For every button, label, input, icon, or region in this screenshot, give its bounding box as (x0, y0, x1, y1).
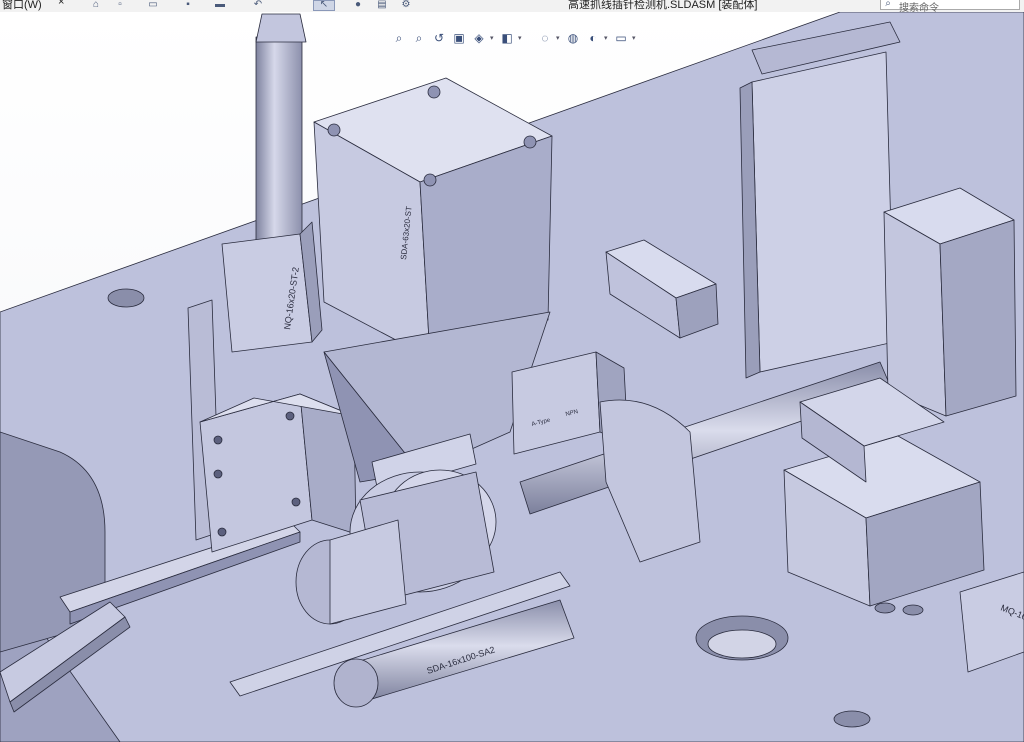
display-style-icon[interactable]: ◧ (498, 30, 516, 46)
view-orientation-icon[interactable]: ◈ (470, 30, 488, 46)
left-block-hole (217, 527, 227, 537)
motor-right-front (883, 211, 947, 417)
file-properties-icon[interactable]: ▤ (376, 0, 388, 10)
cylinder-bottom-end (333, 658, 379, 708)
display-style-dropdown-icon[interactable]: ▾ (518, 34, 524, 42)
document-title: 高速抓线插针检测机.SLDASM [装配体] (568, 0, 758, 11)
vertical-pipe (255, 36, 303, 243)
undo-icon[interactable]: ↶ (252, 0, 264, 10)
big-cylinder-bolt (423, 173, 437, 187)
zoom-to-fit-icon[interactable]: ⌕ (390, 30, 408, 46)
graphics-area[interactable]: NQ-16x20-ST-2 SDA-63x20-ST SDA-16x100-SA… (0, 12, 1024, 742)
left-block-hole (285, 411, 295, 421)
search-icon: ⌕ (885, 0, 891, 9)
pipe-cap (255, 13, 307, 43)
base-hole (902, 604, 924, 616)
left-block-hole (291, 497, 301, 507)
base-hole (107, 288, 145, 308)
save-icon[interactable]: ▪ (182, 0, 194, 10)
window-menu[interactable]: 窗口(W) (2, 0, 42, 12)
section-view-icon[interactable]: ▣ (450, 30, 468, 46)
zoom-to-area-icon[interactable]: ⌕ (410, 30, 428, 46)
base-hole (707, 629, 777, 659)
view-settings-dropdown-icon[interactable]: ▾ (632, 34, 638, 42)
left-block-hole (213, 469, 223, 479)
rebuild-icon[interactable]: ● (352, 0, 364, 10)
motor-right-side (939, 219, 1017, 417)
view-settings-icon[interactable]: ▭ (612, 30, 630, 46)
base-hole (874, 602, 896, 614)
big-cylinder-bolt (327, 123, 341, 137)
select-icon[interactable]: ↖ (318, 0, 330, 10)
view-orientation-dropdown-icon[interactable]: ▾ (490, 34, 496, 42)
open-icon[interactable]: ▭ (147, 0, 159, 10)
previous-view-icon[interactable]: ↺ (430, 30, 448, 46)
heads-up-view-toolbar: ⌕ ⌕ ↺ ▣ ◈ ▾ ◧ ▾ ◌ ▾ ◍ ◐ ▾ ▭ ▾ (390, 28, 638, 48)
print-icon[interactable]: ▬ (214, 0, 226, 10)
hide-show-items-icon[interactable]: ◌ (536, 30, 554, 46)
close-icon[interactable]: × (58, 0, 64, 8)
tall-plate-front (751, 51, 895, 373)
big-cylinder-bolt (427, 85, 441, 99)
left-block-hole (213, 435, 223, 445)
cylinder-left-body (221, 233, 313, 353)
edit-appearance-icon[interactable]: ◍ (564, 30, 582, 46)
base-hole (833, 710, 871, 728)
search-commands-input[interactable]: ⌕ 搜索命令 (880, 0, 1020, 12)
hide-show-dropdown-icon[interactable]: ▾ (556, 34, 562, 42)
home-icon[interactable]: ⌂ (90, 0, 102, 10)
new-icon[interactable]: ▫ (114, 0, 126, 10)
assembly-model[interactable]: NQ-16x20-ST-2 SDA-63x20-ST SDA-16x100-SA… (0, 12, 1024, 742)
options-icon[interactable]: ⚙ (400, 0, 412, 10)
apply-scene-icon[interactable]: ◐ (584, 30, 602, 46)
big-cylinder-bolt (523, 135, 537, 149)
apply-scene-dropdown-icon[interactable]: ▾ (604, 34, 610, 42)
